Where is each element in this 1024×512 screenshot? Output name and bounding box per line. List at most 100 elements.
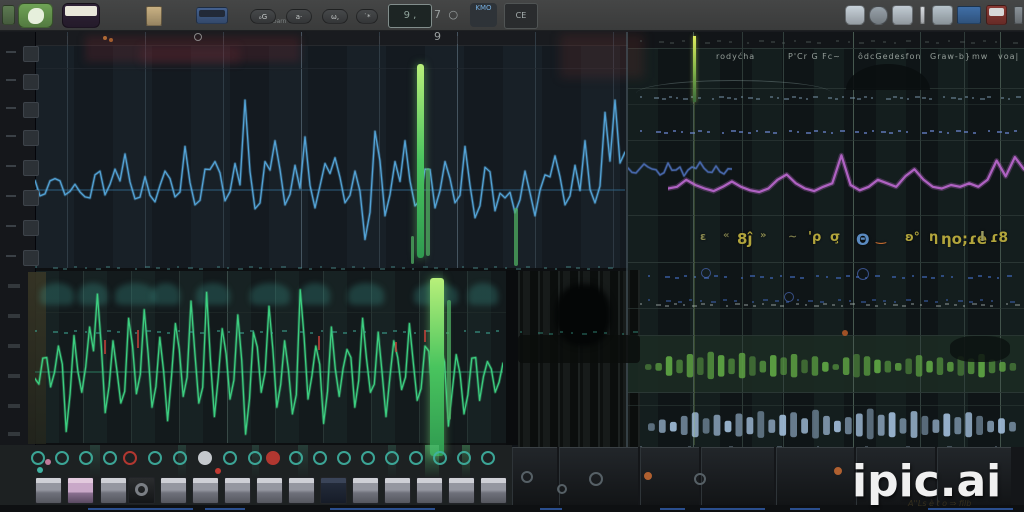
pad-button[interactable] [384,477,411,504]
bookmark-icon[interactable] [196,7,228,24]
leaf-icon[interactable] [2,5,15,25]
tool-button[interactable]: a· [286,9,312,24]
knob[interactable] [198,451,212,465]
dash [462,266,465,268]
pad-button[interactable] [224,477,251,504]
dash [875,305,878,307]
tool-icon-hand[interactable] [932,5,953,25]
knob[interactable] [223,451,237,465]
rack-panel[interactable] [776,447,854,506]
dash [403,331,407,333]
knob[interactable] [103,451,117,465]
knob[interactable] [433,451,447,465]
pad-button[interactable] [352,477,379,504]
transport-knobs[interactable]: 7 ○ 9 [434,4,470,43]
knob[interactable] [173,451,187,465]
tool-icon-light[interactable] [845,5,865,25]
green-spike [514,208,518,266]
tool-button[interactable]: ω, [322,9,348,24]
dash [474,331,480,333]
knob[interactable] [409,451,423,465]
knob[interactable] [313,451,327,465]
panel-divider [506,270,518,445]
tool-icon-sphere[interactable] [869,6,888,25]
dash [63,332,68,334]
tool-icon-duo[interactable] [986,5,1007,25]
knob[interactable] [385,451,399,465]
rack-knob[interactable] [589,472,603,486]
pad-button[interactable] [160,477,187,504]
knob[interactable] [457,451,471,465]
pad-button[interactable] [35,477,62,504]
tool-button[interactable]: ˙* [356,9,378,24]
sidebar-mark-small [8,432,20,436]
app-logo-icon[interactable] [18,3,53,28]
ce-button[interactable]: CE [504,3,538,29]
dash [845,275,850,277]
tool-icon-edge[interactable] [1014,6,1023,24]
sidebar-tool-icon[interactable] [23,46,39,62]
pad-button[interactable] [320,477,347,504]
sidebar-tool-icon[interactable] [23,102,39,118]
pad-button[interactable] [256,477,283,504]
dash [847,41,850,43]
pad-button[interactable] [480,477,507,504]
sidebar-tool-icon[interactable] [23,250,39,266]
knob[interactable] [289,451,303,465]
knob[interactable] [123,451,137,465]
tool-icon-screen[interactable] [957,6,981,24]
dash [883,300,887,302]
knob[interactable] [31,451,45,465]
dash [106,330,111,332]
tool-icon-brush[interactable] [892,5,913,25]
dash [485,332,490,334]
knob[interactable] [248,451,262,465]
dash [882,41,886,43]
dash [907,98,910,100]
sidebar-tool-icon[interactable] [23,160,39,176]
tool-button[interactable]: ₒG [250,9,276,24]
pad-button[interactable] [192,477,219,504]
knob[interactable] [361,451,375,465]
knob[interactable] [55,451,69,465]
dash [955,130,961,132]
dash [856,98,861,100]
playhead-marker[interactable] [693,36,696,102]
window-icon[interactable] [62,3,100,28]
yellow-glyph-row: ε «8ĵ» ~'ρ σ̧ Θ ‿ ʚ° η ηo;ɾe Iɾ8 [628,228,1024,254]
dash [911,275,914,277]
dash [95,332,101,334]
pad-button[interactable] [128,477,155,504]
sidebar-tool-icon[interactable] [23,190,39,206]
rack-knob[interactable] [521,471,533,483]
knob[interactable] [337,451,351,465]
file-icon[interactable] [146,6,162,26]
pad-button[interactable] [416,477,443,504]
knob[interactable] [266,451,280,465]
rack-knob[interactable] [834,467,842,475]
dash [921,276,927,278]
pad-button[interactable] [448,477,475,504]
rack-knob[interactable] [644,472,652,480]
rack-knob[interactable] [694,473,706,485]
dash [665,305,669,307]
pad-button[interactable] [100,477,127,504]
rack-panel[interactable] [701,447,774,506]
rack-panel[interactable] [512,447,557,506]
knob[interactable] [148,451,162,465]
dash [364,331,366,333]
watermark-subtext: A''Ls è t o ⇒ ﬁlb [908,499,972,508]
blue-blob-waveform-svg [648,408,1016,440]
dash [794,40,796,42]
sidebar-tool-icon[interactable] [23,74,39,90]
pad-button[interactable] [288,477,315,504]
sidebar-tool-icon[interactable] [23,220,39,236]
pad-button[interactable] [67,477,94,504]
dash [63,268,68,270]
monitor-widget[interactable]: KMO [470,3,497,27]
sidebar-tool-icon[interactable] [23,130,39,146]
tool-icon-bar[interactable] [920,6,925,24]
knob[interactable] [481,451,495,465]
rack-knob[interactable] [557,484,567,494]
knob[interactable] [79,451,93,465]
